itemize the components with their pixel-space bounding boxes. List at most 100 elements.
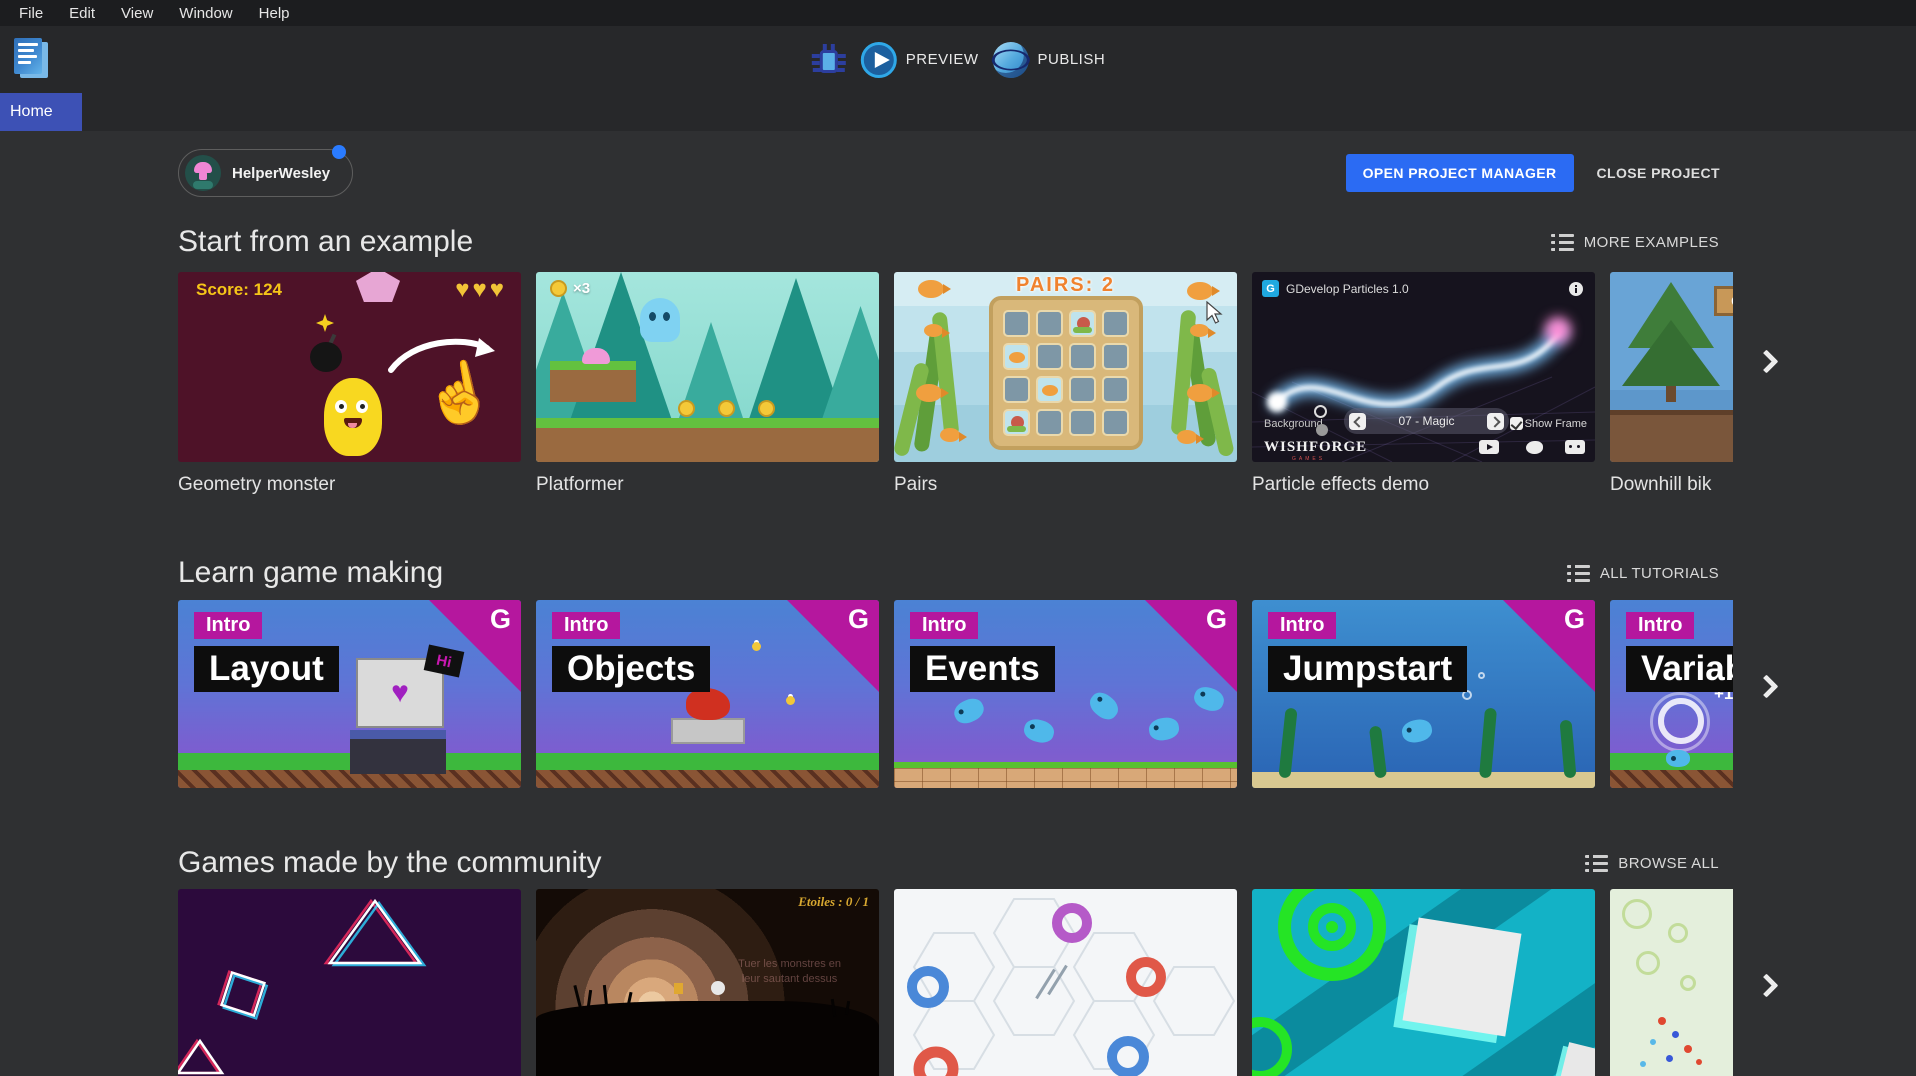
tutorials-row: G ♥ Hi Intro Layout G [178,600,1733,788]
main-toolbar: PREVIEW PUBLISH [0,26,1916,93]
username: HelperWesley [232,165,330,182]
hearts-icon: ♥♥♥ [455,276,507,304]
white-square [1403,918,1522,1037]
publish-button[interactable]: PUBLISH [992,42,1105,78]
community-card-rings[interactable] [1252,889,1595,1076]
spark-icon [316,314,334,332]
tab-home[interactable]: Home [0,93,82,131]
header-row: HelperWesley OPEN PROJECT MANAGER CLOSE … [178,131,1733,196]
etoiles-score-text: Etoiles : 0 / 1 [798,894,869,910]
example-card-downhill[interactable]: G Downhill bik [1610,272,1733,496]
user-profile-chip[interactable]: HelperWesley [178,149,353,197]
community-row: Etoiles : 0 / 1 Tuer les monstres en leu… [178,889,1733,1076]
play-icon [861,42,897,78]
close-project-button[interactable]: CLOSE PROJECT [1584,154,1733,192]
section-tutorials-title: Learn game making [178,556,443,590]
next-arrow-icon [1487,413,1504,430]
publish-label: PUBLISH [1037,51,1105,68]
monster-sprite [324,378,382,456]
slime-sprite [582,348,610,364]
section-community-title: Games made by the community [178,846,602,880]
examples-scroll-right-button[interactable] [1754,349,1778,373]
tab-bar: Home [0,93,1916,131]
swipe-arrow-icon [383,332,503,378]
wishforge-logo: WISHFORGE [1264,439,1367,456]
info-icon [1569,282,1583,296]
tutorial-card-jumpstart[interactable]: G Intro Jumpstart [1252,600,1595,788]
preview-label: PREVIEW [906,51,979,68]
tab-home-label: Home [10,103,53,121]
player-sprite [674,983,683,994]
list-icon [1551,234,1574,251]
community-card-hexagons[interactable] [894,889,1237,1076]
example-card-pairs[interactable]: PAIRS: 2 [894,272,1237,496]
score-text: Score: 124 [196,280,282,300]
example-card-particles[interactable]: G GDevelop Particles 1.0 Background 07 -… [1252,272,1595,496]
gdevelop-logo: G [848,604,869,635]
menu-bar: File Edit View Window Help [0,0,1916,26]
debug-icon [811,41,847,79]
lava-creature [686,688,730,720]
tutorials-scroll-right-button[interactable] [1754,674,1778,698]
globe-icon [992,42,1028,78]
mouse-cursor [1205,301,1227,325]
home-content: HelperWesley OPEN PROJECT MANAGER CLOSE … [0,131,1916,1076]
gdevelop-logo: G [1206,604,1227,635]
wooden-sign: G [1714,286,1733,316]
browse-all-button[interactable]: BROWSE ALL [1585,855,1719,872]
list-icon [1567,565,1590,582]
preset-selector: 07 - Magic [1344,408,1509,434]
section-tutorials-header: Learn game making ALL TUTORIALS [178,553,1733,593]
gdevelop-logo: G [1564,604,1585,635]
notification-dot [332,145,346,159]
moon-sprite [711,981,725,995]
examples-row: Score: 124 ♥♥♥ ☝ [178,272,1733,496]
coin-counter: ×3 [550,280,590,297]
section-community-header: Games made by the community BROWSE ALL [178,843,1733,883]
tutorial-card-objects[interactable]: G Intro Objects [536,600,879,788]
hexagon-grid [894,889,1237,1076]
objects-panel [350,730,446,774]
tutorial-card-layout[interactable]: G ♥ Hi Intro Layout [178,600,521,788]
community-scroll-right-button[interactable] [1754,973,1778,997]
community-card-bubbles[interactable] [1610,889,1733,1076]
avatar [185,155,221,191]
menu-view[interactable]: View [108,3,166,24]
debug-button[interactable] [811,41,847,79]
stone-platform [671,718,745,744]
example-card-geometry-monster[interactable]: Score: 124 ♥♥♥ ☝ [178,272,521,496]
hint-text: Tuer les monstres en leur sautant dessus [738,957,841,987]
youtube-icon [1479,440,1499,454]
section-examples-title: Start from an example [178,225,473,259]
section-examples-header: Start from an example MORE EXAMPLES [178,222,1733,262]
menu-help[interactable]: Help [246,3,303,24]
all-tutorials-button[interactable]: ALL TUTORIALS [1567,565,1719,582]
pairs-board [989,296,1143,450]
tutorial-card-events[interactable]: G Intro Events [894,600,1237,788]
gdevelop-mini-logo: G [1262,280,1279,297]
gdevelop-logo: G [490,604,511,635]
checkbox-icon [1510,417,1523,430]
open-project-manager-button[interactable]: OPEN PROJECT MANAGER [1346,154,1574,192]
pentagon-shape [356,272,400,302]
platform [550,370,636,402]
project-manager-icon[interactable] [12,36,50,80]
neon-shapes [178,889,521,1076]
example-card-platformer[interactable]: ×3 Platformer [536,272,879,496]
ghost-sprite [640,298,680,342]
community-card-neon[interactable] [178,889,521,1076]
prev-arrow-icon [1349,413,1366,430]
bomb-icon [310,342,342,372]
twitter-icon [1526,441,1543,454]
menu-file[interactable]: File [6,3,56,24]
community-card-etoiles[interactable]: Etoiles : 0 / 1 Tuer les monstres en leu… [536,889,879,1076]
menu-window[interactable]: Window [166,3,245,24]
gdevelop-home: File Edit View Window Help [0,0,1916,1076]
menu-edit[interactable]: Edit [56,3,108,24]
tutorial-card-variables[interactable]: +1 Intro Variab [1610,600,1733,788]
more-examples-button[interactable]: MORE EXAMPLES [1551,234,1719,251]
coin-icon [550,280,567,297]
discord-icon [1565,440,1585,454]
preview-button[interactable]: PREVIEW [861,42,979,78]
list-icon [1585,855,1608,872]
